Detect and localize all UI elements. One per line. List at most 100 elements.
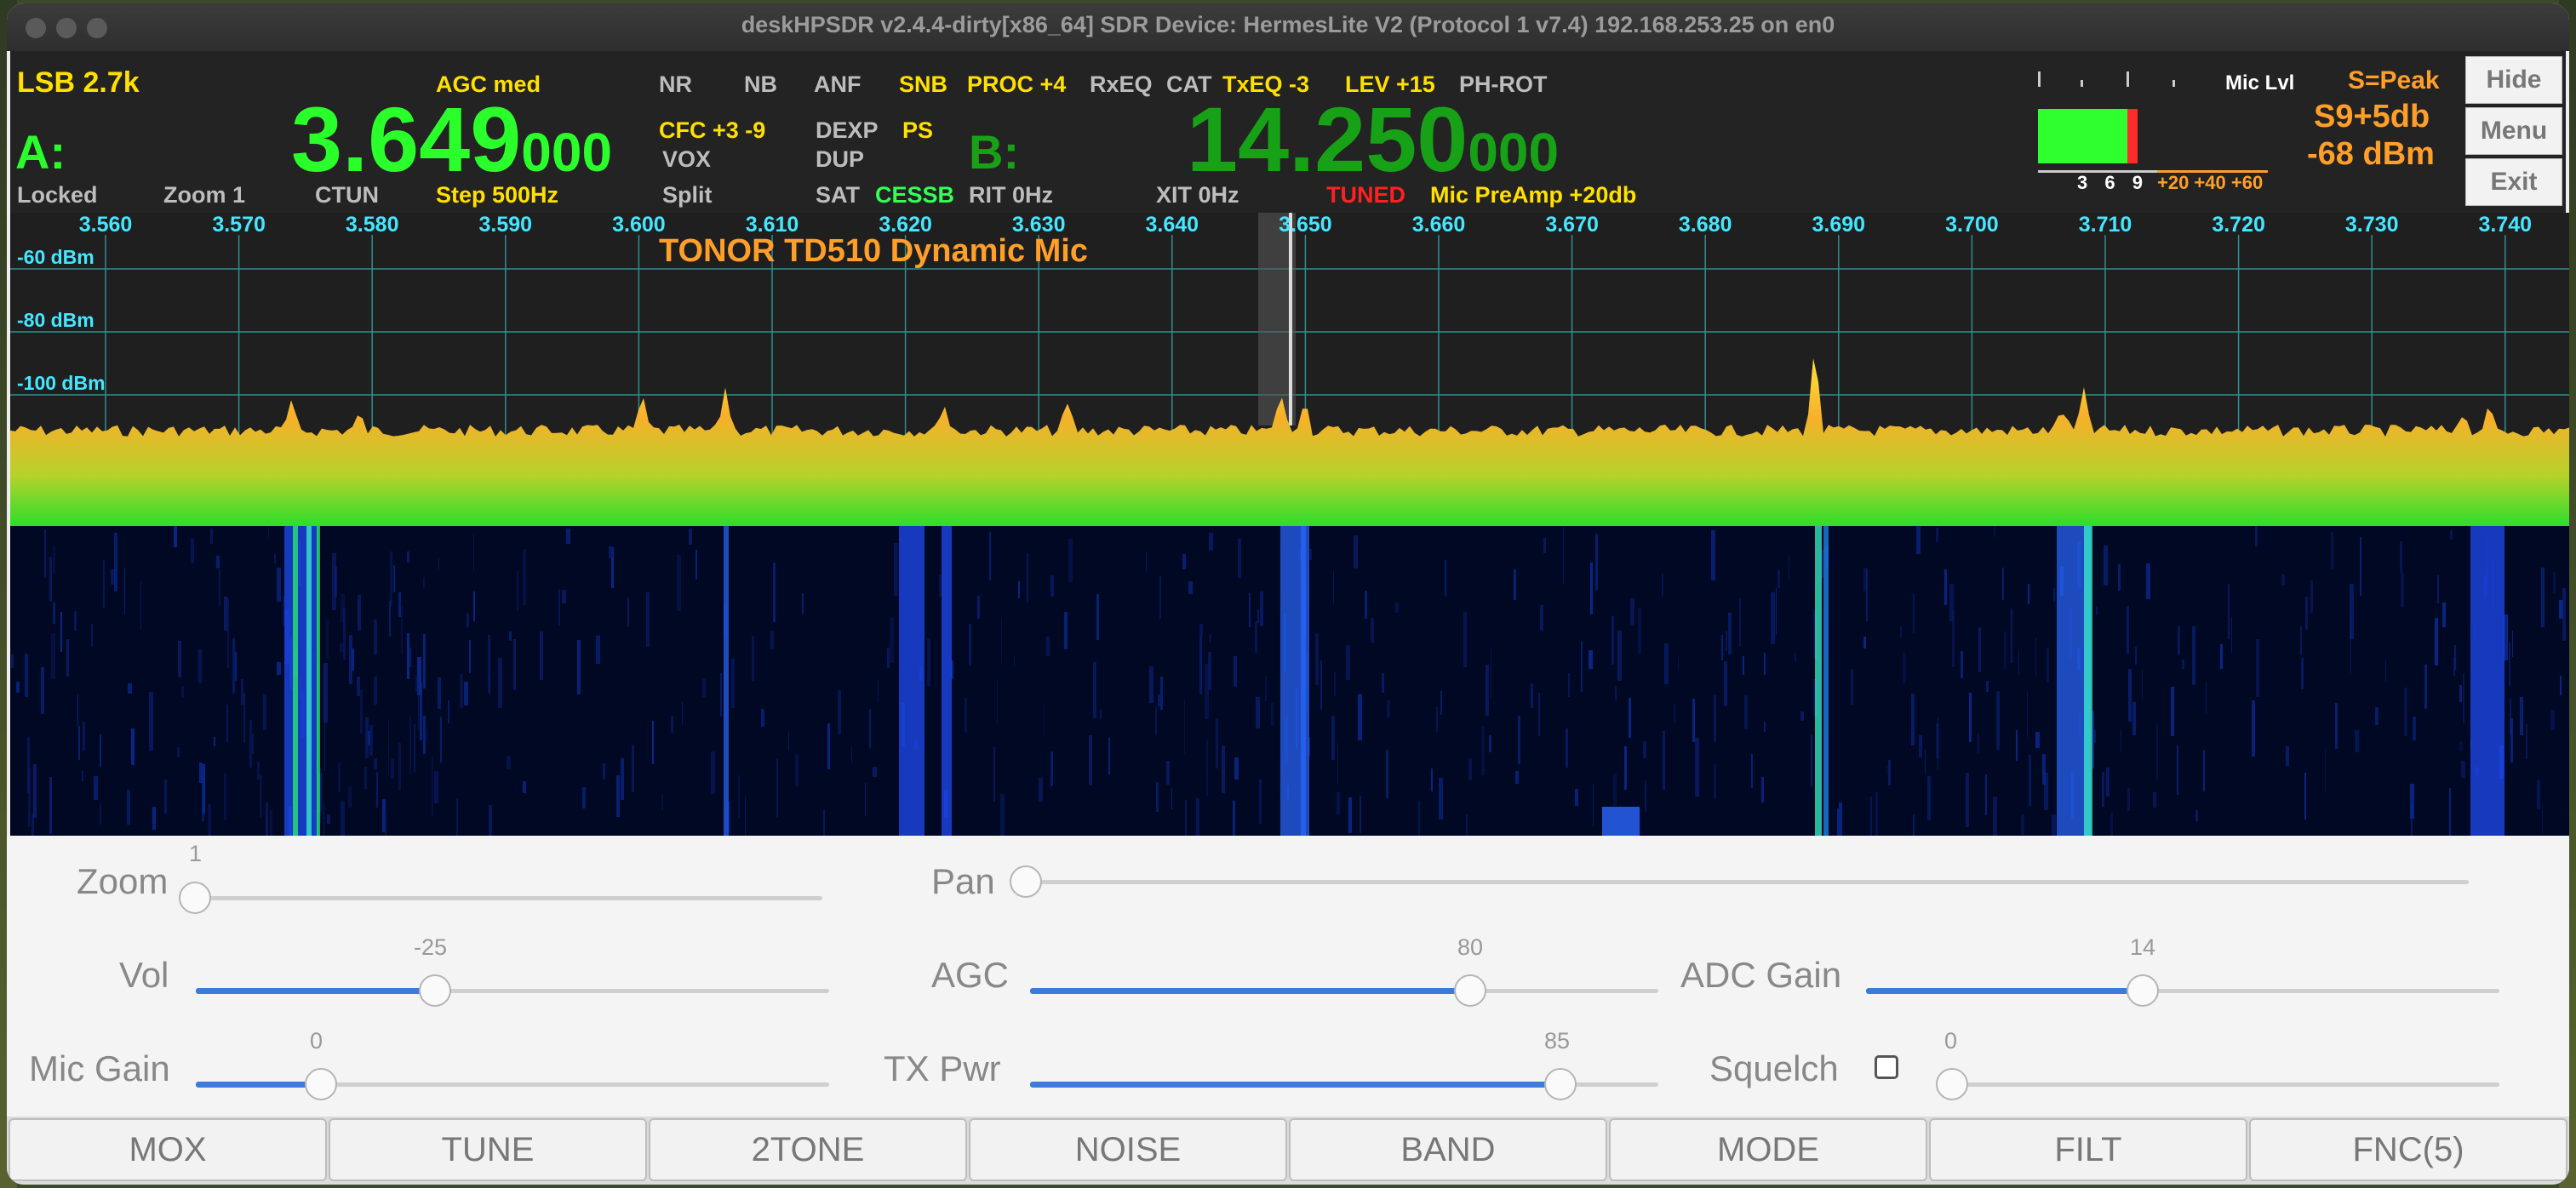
waterfall-trace (878, 681, 879, 702)
waterfall-trace (1155, 706, 1157, 735)
waterfall-trace (1771, 592, 1775, 644)
waterfall-signal (293, 526, 298, 836)
waterfall-trace (795, 754, 799, 786)
freq-tick-label: 3.580 (346, 213, 399, 237)
exit-button[interactable]: Exit (2465, 158, 2562, 206)
vfo-b-label: B: (969, 125, 1020, 179)
waterfall-trace (124, 568, 125, 614)
waterfall-trace (2424, 665, 2427, 709)
waterfall-trace (1346, 645, 1350, 680)
waterfall-trace (1986, 681, 1989, 692)
mic-gain-slider-knob[interactable] (305, 1068, 337, 1100)
waterfall-trace (1966, 773, 1969, 827)
waterfall-trace (1714, 695, 1716, 742)
panadapter-display[interactable]: 3.560 3.570 3.580 3.590 3.600 3.610 3.620 3.630… (10, 213, 2569, 526)
waterfall-trace (1630, 598, 1634, 625)
waterfall-trace (2027, 691, 2028, 737)
waterfall-trace (409, 648, 411, 667)
panadapter[interactable]: 3.560 3.570 3.580 3.590 3.600 3.610 3.620 3.630… (10, 213, 2569, 526)
waterfall-trace (517, 571, 518, 611)
app-window: deskHPSDR v2.4.4-dirty[x86_64] SDR Devic… (7, 3, 2569, 1185)
menu-button[interactable]: Menu (2465, 107, 2562, 155)
waterfall-trace (219, 569, 220, 606)
hide-button[interactable]: Hide (2465, 56, 2562, 104)
vfo-panel[interactable]: LSB 2.7k A: 3.649000 Locked Zoom 1 CTUN … (10, 51, 2462, 213)
waterfall-trace (368, 731, 370, 745)
db-scale-label: -80 dBm (17, 309, 94, 331)
waterfall-trace (838, 690, 841, 734)
waterfall-trace (1744, 695, 1748, 729)
waterfall-trace (1199, 624, 1203, 636)
zoom-slider-knob[interactable] (179, 882, 211, 914)
waterfall-trace (1870, 797, 1872, 836)
waterfall-trace (464, 682, 468, 705)
waterfall-signal (306, 526, 312, 836)
waterfall-trace (2454, 645, 2456, 670)
waterfall-trace (1386, 750, 1388, 798)
noise-button[interactable]: NOISE (969, 1118, 1287, 1181)
mox-button[interactable]: MOX (9, 1118, 327, 1181)
two-tone-button[interactable]: 2TONE (649, 1118, 967, 1181)
waterfall-trace (249, 720, 252, 768)
waterfall-trace (2300, 626, 2302, 655)
mode-filter-label: LSB 2.7k (17, 66, 140, 99)
waterfall-trace (1249, 593, 1251, 627)
waterfall-trace (2104, 545, 2108, 585)
waterfall-trace (1613, 774, 1617, 806)
zoom-slider[interactable] (196, 896, 822, 900)
waterfall-trace (1440, 691, 1442, 715)
waterfall-trace (596, 636, 600, 664)
waterfall[interactable] (10, 526, 2569, 836)
waterfall-trace (2052, 814, 2056, 836)
waterfall-trace (1208, 652, 1211, 690)
waterfall-trace (939, 574, 942, 597)
adc-gain-slider-knob[interactable] (2127, 974, 2159, 1007)
waterfall-trace (2106, 768, 2109, 797)
waterfall-trace (1188, 581, 1193, 594)
pan-slider[interactable] (1027, 880, 2469, 884)
waterfall-trace (77, 694, 78, 726)
squelch-slider-knob[interactable] (1936, 1068, 1968, 1100)
waterfall-trace (1538, 693, 1540, 736)
mode-button[interactable]: MODE (1609, 1118, 1927, 1181)
waterfall-trace (2562, 588, 2566, 641)
waterfall-trace (1309, 549, 1312, 560)
vol-label: Vol (119, 955, 169, 995)
band-button[interactable]: BAND (1289, 1118, 1607, 1181)
waterfall-trace (2132, 702, 2136, 735)
waterfall-trace (1724, 661, 1727, 706)
waterfall-trace (1018, 581, 1020, 598)
waterfall-trace (1996, 691, 2000, 750)
waterfall-trace (2093, 730, 2096, 743)
waterfall-trace (388, 720, 389, 776)
waterfall-trace (887, 648, 890, 668)
waterfall-trace (1431, 768, 1433, 791)
waterfall-trace (131, 728, 135, 765)
fnc-button[interactable]: FNC(5) (2249, 1118, 2567, 1181)
pan-slider-knob[interactable] (1010, 865, 1042, 898)
waterfall-display[interactable] (10, 526, 2569, 836)
waterfall-trace (873, 767, 877, 777)
s-meter: Mic Lvl 3 6 9 +20 +40 +60 (2038, 68, 2319, 196)
waterfall-signal (317, 526, 320, 836)
vol-slider-knob[interactable] (419, 974, 451, 1007)
squelch-slider[interactable] (1953, 1082, 2499, 1087)
waterfall-trace (1711, 530, 1715, 580)
waterfall-trace (440, 717, 442, 762)
tune-button[interactable]: TUNE (329, 1118, 647, 1181)
waterfall-trace (1925, 750, 1926, 774)
waterfall-trace (2550, 710, 2555, 730)
tx-power-slider-knob[interactable] (1544, 1068, 1577, 1100)
filter-button[interactable]: FILT (1929, 1118, 2247, 1181)
waterfall-trace (423, 716, 426, 754)
waterfall-trace (1514, 569, 1516, 600)
freq-tick-label: 3.690 (1812, 213, 1866, 237)
waterfall-trace (226, 705, 228, 742)
dup-indicator: DUP (816, 146, 865, 172)
waterfall-trace (1863, 637, 1866, 648)
squelch-checkbox[interactable] (1875, 1055, 1898, 1079)
split-indicator: Split (662, 182, 713, 208)
agc-slider-knob[interactable] (1454, 974, 1486, 1007)
waterfall-trace (376, 772, 378, 808)
waterfall-trace (415, 675, 418, 691)
